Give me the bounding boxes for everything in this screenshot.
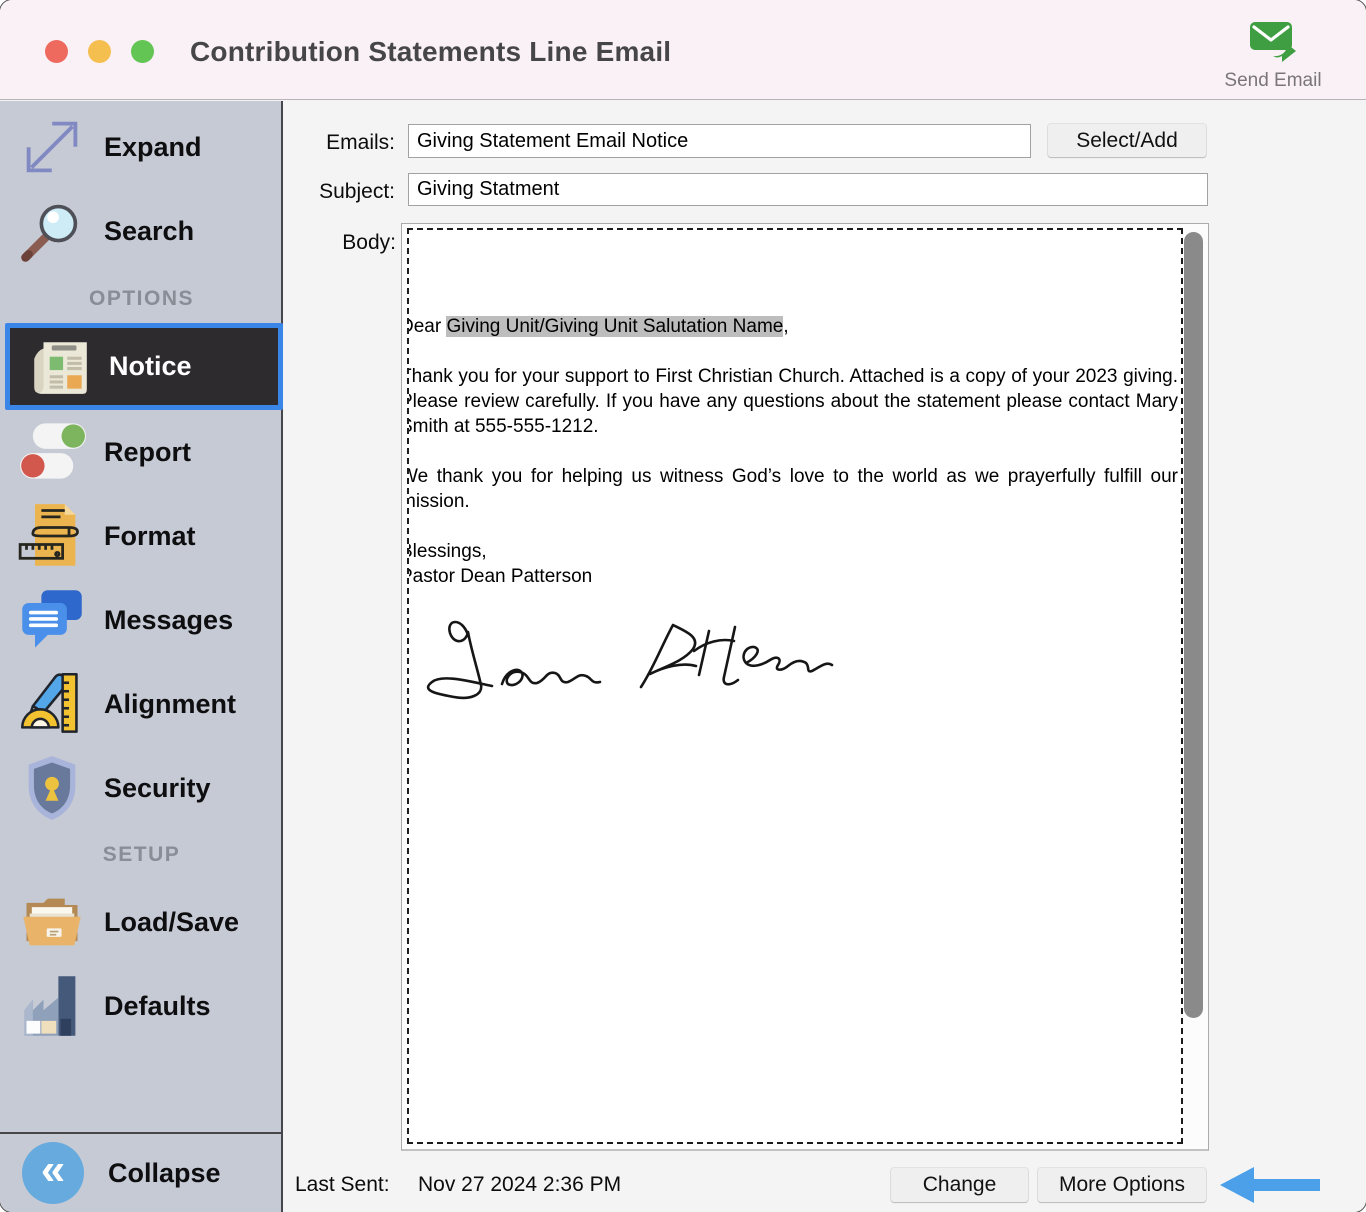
- last-sent-value: Nov 27 2024 2:36 PM: [418, 1173, 621, 1197]
- window-title: Contribution Statements Line Email: [190, 36, 671, 68]
- annotation-arrow-icon: [1220, 1167, 1320, 1208]
- sidebar-item-alignment[interactable]: Alignment: [0, 662, 283, 746]
- zoom-window-button[interactable]: [131, 40, 154, 63]
- body-label: Body:: [320, 231, 396, 255]
- subject-label: Subject:: [291, 180, 395, 204]
- merge-field-highlight: Giving Unit/Giving Unit Salutation Name: [446, 316, 783, 337]
- sidebar-item-load-save[interactable]: Load/Save: [0, 880, 283, 964]
- change-button[interactable]: Change: [891, 1168, 1028, 1202]
- close-window-button[interactable]: [45, 40, 68, 63]
- handwritten-signature: [416, 611, 836, 711]
- notice-icon: [10, 334, 109, 400]
- salutation-line: Dear Giving Unit/Giving Unit Salutation …: [407, 314, 1178, 339]
- sidebar-section-setup: SETUP: [0, 843, 283, 867]
- sidebar-item-defaults[interactable]: Defaults: [0, 964, 283, 1048]
- emails-label: Emails:: [303, 131, 395, 155]
- security-shield-icon: [0, 754, 104, 822]
- sidebar-item-label: Search: [104, 216, 194, 247]
- body-paragraph: We thank you for helping us witness God’…: [407, 464, 1178, 514]
- sidebar: Expand Search OPTIONS: [0, 101, 283, 1212]
- sidebar-item-format[interactable]: Format: [0, 494, 283, 578]
- main-panel: Emails: Select/Add Subject: Body: Dear G…: [283, 101, 1366, 1212]
- search-icon: [0, 197, 104, 265]
- select-add-button[interactable]: Select/Add: [1048, 124, 1206, 157]
- sidebar-item-messages[interactable]: Messages: [0, 578, 283, 662]
- collapse-icon: «: [22, 1142, 84, 1204]
- titlebar: Contribution Statements Line Email Send …: [0, 0, 1366, 100]
- subject-input[interactable]: [408, 173, 1208, 206]
- closing-line: Blessings,: [407, 539, 1178, 564]
- send-email-icon: [1208, 18, 1338, 66]
- messages-icon: [0, 586, 104, 654]
- sidebar-item-label: Format: [104, 521, 196, 552]
- factory-icon: [0, 972, 104, 1040]
- minimize-window-button[interactable]: [88, 40, 111, 63]
- signature-name-line: Pastor Dean Patterson: [407, 564, 1178, 589]
- report-toggles-icon: [0, 418, 104, 486]
- more-options-button[interactable]: More Options: [1038, 1168, 1206, 1202]
- alignment-icon: [0, 670, 104, 738]
- app-window: Contribution Statements Line Email Send …: [0, 0, 1366, 1212]
- email-body-content: Dear Giving Unit/Giving Unit Salutation …: [407, 230, 1178, 711]
- sidebar-item-security[interactable]: Security: [0, 746, 283, 830]
- sidebar-item-report[interactable]: Report: [0, 410, 283, 494]
- sidebar-item-label: Load/Save: [104, 907, 239, 938]
- body-scrollbar-thumb[interactable]: [1184, 232, 1203, 1018]
- sidebar-item-label: Defaults: [104, 991, 211, 1022]
- sidebar-item-search[interactable]: Search: [0, 189, 283, 273]
- sidebar-item-expand[interactable]: Expand: [0, 105, 283, 189]
- sidebar-item-label: Notice: [109, 351, 192, 382]
- last-sent-label: Last Sent:: [295, 1173, 390, 1197]
- send-email-button[interactable]: Send Email: [1208, 16, 1338, 96]
- folder-icon: [0, 888, 104, 956]
- body-editor: Dear Giving Unit/Giving Unit Salutation …: [401, 223, 1209, 1151]
- sidebar-item-notice[interactable]: Notice: [5, 323, 283, 410]
- sidebar-item-label: Expand: [104, 132, 202, 163]
- body-paragraph: Thank you for your support to First Chri…: [407, 364, 1178, 439]
- sidebar-section-options: OPTIONS: [0, 287, 283, 311]
- sidebar-item-label: Security: [104, 773, 211, 804]
- sidebar-item-label: Alignment: [104, 689, 236, 720]
- format-icon: [0, 502, 104, 570]
- expand-icon: [0, 113, 104, 181]
- sidebar-item-label: Report: [104, 437, 191, 468]
- send-email-label: Send Email: [1208, 70, 1338, 92]
- sidebar-collapse-button[interactable]: « Collapse: [0, 1134, 283, 1212]
- collapse-label: Collapse: [108, 1158, 221, 1189]
- emails-input[interactable]: [408, 124, 1031, 158]
- sidebar-item-label: Messages: [104, 605, 233, 636]
- body-text-area[interactable]: Dear Giving Unit/Giving Unit Salutation …: [407, 228, 1183, 1144]
